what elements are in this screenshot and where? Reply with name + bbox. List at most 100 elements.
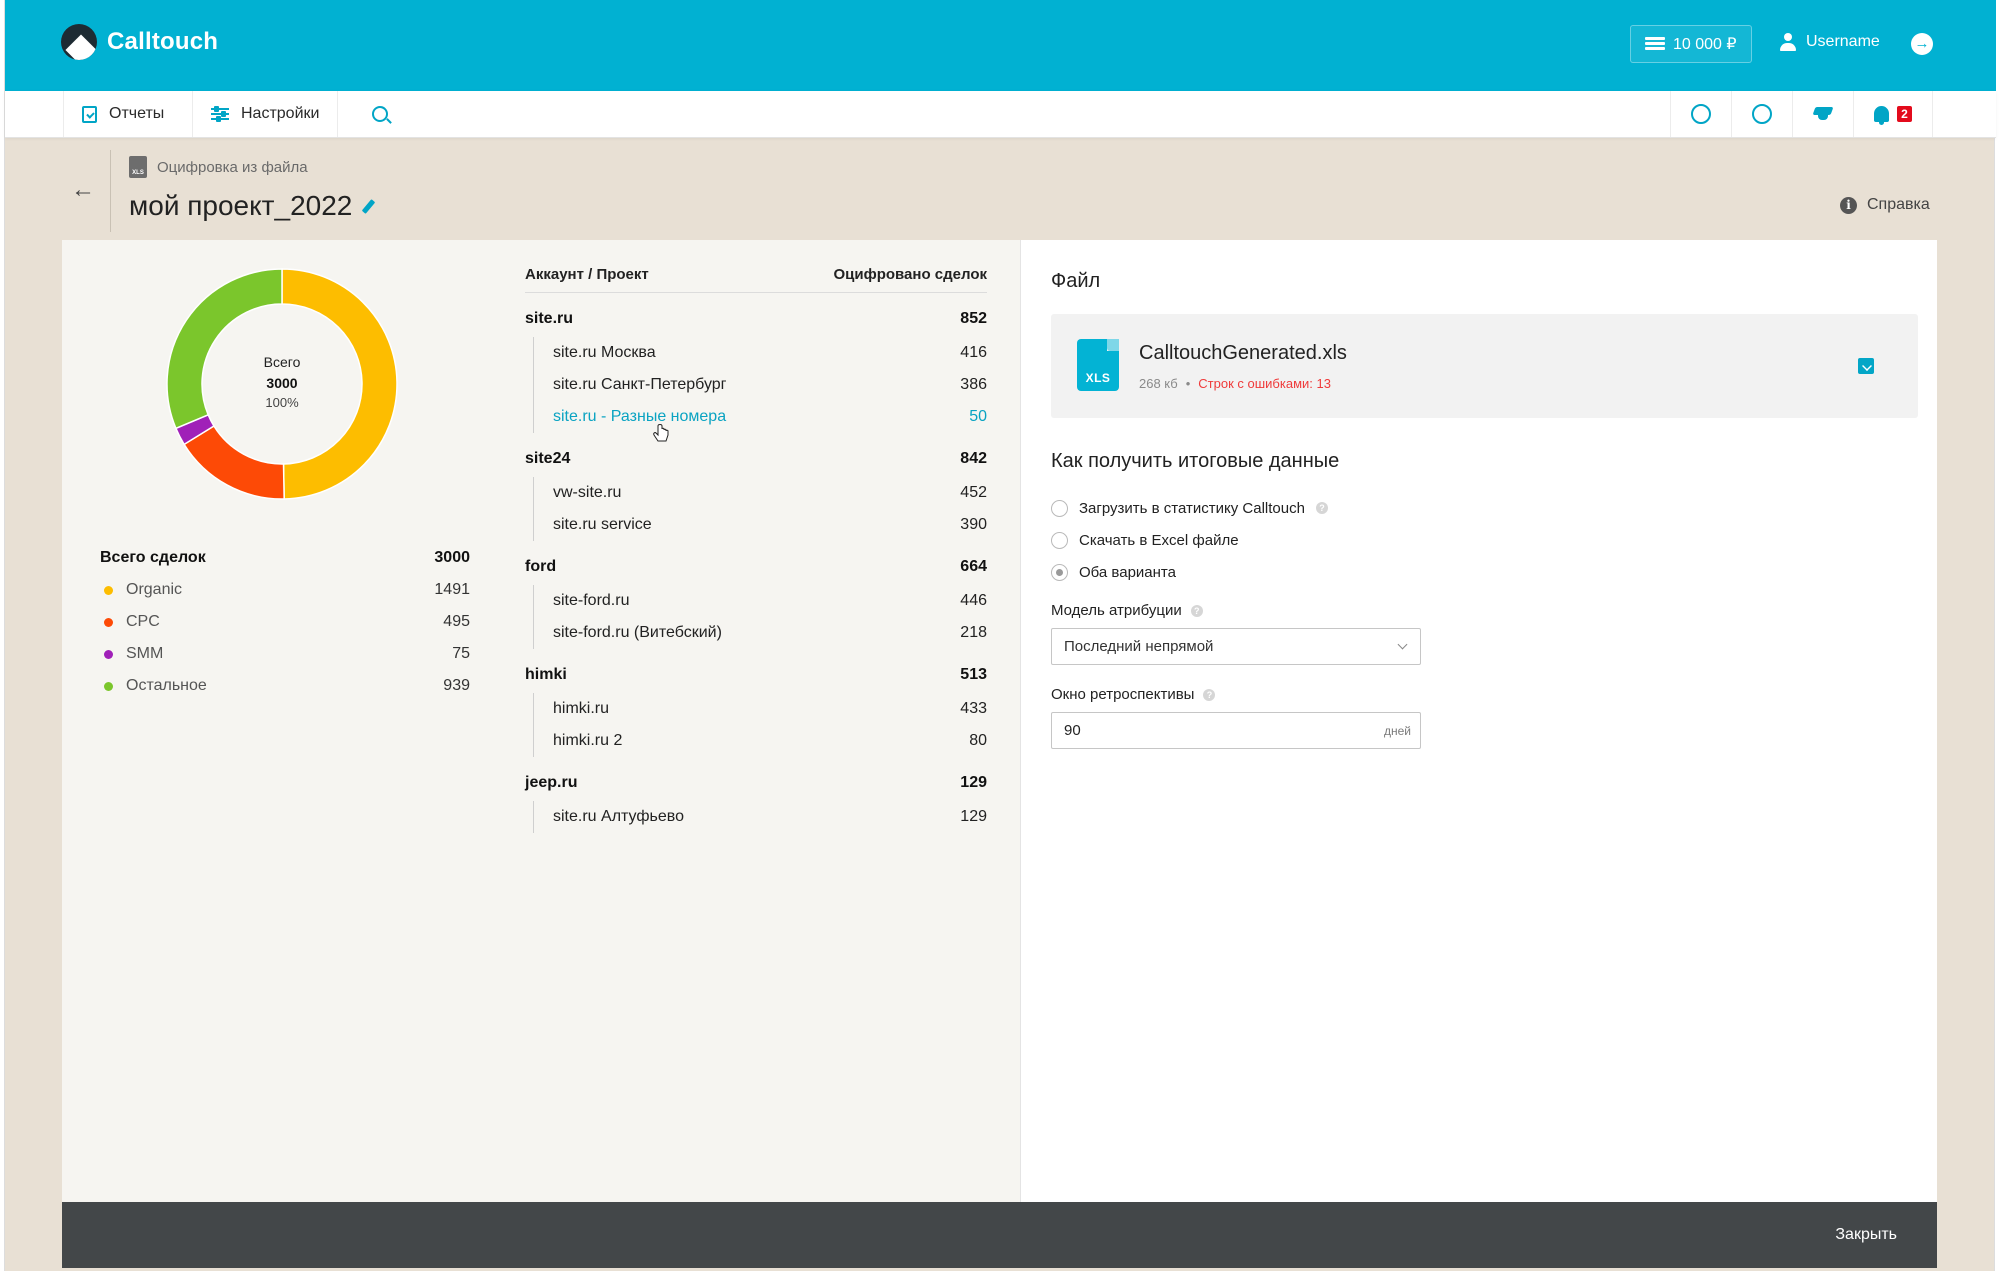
file-meta: 268 кб • Строк с ошибками: 13	[1139, 376, 1331, 391]
close-button[interactable]: Закрыть	[1835, 1226, 1897, 1244]
hand-cursor-icon	[653, 424, 669, 442]
help-question-icon[interactable]: ?	[1203, 688, 1216, 701]
col-count-header: Оцифровано сделок	[833, 266, 987, 283]
project-row[interactable]: site.ru - Разные номера 50	[534, 401, 987, 433]
bell-icon	[1874, 106, 1890, 125]
meta-separator: •	[1185, 376, 1191, 391]
donut-center: Всего 3000 100%	[162, 354, 402, 410]
legend-row: Organic 1491	[100, 574, 470, 606]
logout-icon[interactable]: →	[1911, 33, 1933, 55]
info-icon: i	[1840, 196, 1857, 214]
graduation-cap-icon	[1812, 107, 1834, 121]
nav-reports[interactable]: Отчеты	[63, 91, 182, 137]
legend-value: 939	[443, 677, 470, 694]
donut-center-value: 3000	[266, 375, 298, 391]
settings-panel: Файл XLS CalltouchGenerated.xls 268 кб •…	[1020, 240, 1937, 1202]
user-menu[interactable]: Username	[1780, 33, 1880, 51]
nav-bar: Отчеты Настройки 2	[5, 91, 1996, 138]
legend-row: CPC 495	[100, 606, 470, 638]
radio-button[interactable]	[1051, 499, 1068, 517]
breadcrumb-label: Оцифровка из файла	[157, 158, 308, 176]
nav-search[interactable]	[354, 91, 406, 137]
search-icon	[372, 106, 388, 122]
project-row[interactable]: site.ru service 390	[534, 509, 987, 541]
account-group-header[interactable]: site.ru 852	[525, 305, 987, 333]
help-question-icon[interactable]: ?	[1315, 502, 1328, 514]
radio-button[interactable]	[1051, 531, 1068, 549]
legend-row: Остальное 939	[100, 670, 470, 702]
output-option[interactable]: Оба варианта	[1051, 556, 1328, 588]
accounts-table: Аккаунт / Проект Оцифровано сделок site.…	[525, 266, 987, 833]
account-group-header[interactable]: jeep.ru 129	[525, 769, 987, 797]
stats-panel: Всего 3000 100% Всего сделок 3000 Organi…	[62, 240, 1020, 1202]
summary-total-value: 3000	[434, 549, 470, 566]
education-button[interactable]	[1792, 91, 1853, 137]
nav-reports-label: Отчеты	[109, 105, 165, 122]
project-row[interactable]: site.ru Санкт-Петербург 386	[534, 369, 987, 401]
project-row[interactable]: site.ru Москва 416	[534, 337, 987, 369]
donut-slice-cpc[interactable]	[183, 424, 285, 500]
balance-value: 10 000 ₽	[1673, 36, 1737, 53]
header-divider	[110, 150, 111, 232]
edit-pencil-icon[interactable]	[362, 198, 376, 214]
brand-logo[interactable]: Calltouch	[61, 24, 218, 60]
attribution-select[interactable]: Последний непрямой	[1051, 628, 1421, 665]
project-title: мой проект_2022	[129, 190, 353, 221]
option-label: Скачать в Excel файле	[1079, 531, 1239, 549]
nav-settings[interactable]: Настройки	[192, 91, 339, 137]
support-button[interactable]	[1731, 91, 1792, 137]
support-agent-icon	[1752, 104, 1772, 124]
legend-label: Остальное	[100, 677, 207, 695]
coins-icon	[1645, 37, 1665, 51]
page-title: мой проект_2022	[129, 190, 376, 222]
file-errors: Строк с ошибками: 13	[1198, 376, 1331, 391]
help-link[interactable]: i Справка	[1840, 196, 1930, 214]
table-header: Аккаунт / Проект Оцифровано сделок	[525, 266, 987, 293]
project-row[interactable]: vw-site.ru 452	[534, 477, 987, 509]
breadcrumb: XLS Оцифровка из файла	[129, 156, 308, 178]
radio-button[interactable]	[1051, 563, 1068, 581]
project-row[interactable]: site-ford.ru (Витебский) 218	[534, 617, 987, 649]
account-group-header[interactable]: ford 664	[525, 553, 987, 581]
reports-icon	[82, 105, 97, 123]
project-row[interactable]: himki.ru 2 80	[534, 725, 987, 757]
chat-icon	[1691, 104, 1711, 124]
back-arrow-icon[interactable]: ←	[71, 176, 95, 204]
file-size: 268 кб	[1139, 376, 1178, 391]
project-row[interactable]: himki.ru 433	[534, 693, 987, 725]
file-section-title: Файл	[1051, 270, 1101, 292]
footer-bar: Закрыть	[62, 1202, 1937, 1268]
chat-button[interactable]	[1670, 91, 1731, 137]
donut-center-percent: 100%	[265, 395, 299, 410]
output-options: Загрузить в статистику Calltouch? Скачать…	[1051, 492, 1328, 588]
attribution-label: Модель атрибуции ?	[1051, 602, 1203, 619]
balance-badge[interactable]: 10 000 ₽	[1630, 25, 1752, 63]
legend-dot	[104, 585, 113, 595]
lookback-input[interactable]: 90 дней	[1051, 712, 1421, 749]
summary-total-label: Всего сделок	[100, 549, 206, 566]
brand-name: Calltouch	[107, 28, 219, 55]
legend-label: SMM	[100, 645, 163, 663]
project-row[interactable]: site.ru Алтуфьево 129	[534, 801, 987, 833]
option-label: Загрузить в статистику Calltouch	[1079, 499, 1305, 517]
lookback-value: 90	[1064, 722, 1081, 739]
output-option[interactable]: Загрузить в статистику Calltouch?	[1051, 492, 1328, 524]
download-icon[interactable]	[1858, 358, 1874, 374]
xls-document-icon: XLS	[1077, 339, 1119, 391]
settings-sliders-icon	[211, 106, 229, 122]
notifications-badge: 2	[1897, 106, 1912, 122]
user-icon	[1780, 33, 1796, 51]
account-group-header[interactable]: site24 842	[525, 445, 987, 473]
help-question-icon[interactable]: ?	[1190, 604, 1203, 617]
xls-file-icon: XLS	[129, 156, 147, 178]
chevron-down-icon	[1397, 639, 1408, 650]
account-group-header[interactable]: himki 513	[525, 661, 987, 689]
help-label: Справка	[1867, 196, 1930, 213]
project-row[interactable]: site-ford.ru 446	[534, 585, 987, 617]
app-frame: Calltouch 10 000 ₽ Username → Отчеты Нас…	[4, 0, 1996, 1271]
attribution-value: Последний непрямой	[1064, 638, 1214, 655]
notifications-button[interactable]: 2	[1853, 91, 1933, 137]
legend-label: Organic	[100, 581, 182, 599]
output-option[interactable]: Скачать в Excel файле	[1051, 524, 1328, 556]
option-label: Оба варианта	[1079, 563, 1176, 581]
